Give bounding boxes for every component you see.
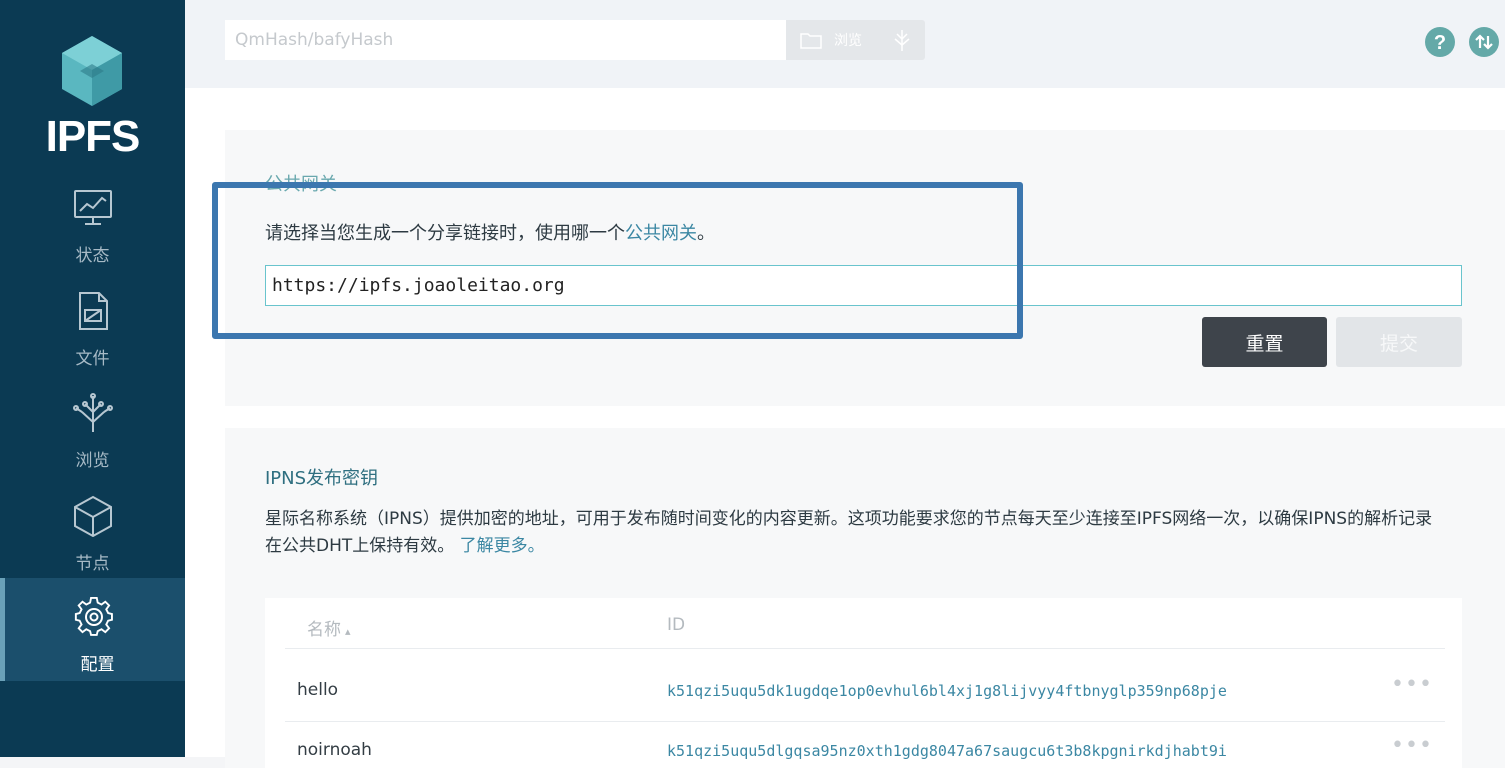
- sidebar-item-files[interactable]: 文件: [0, 290, 185, 393]
- row-menu-icon[interactable]: •••: [1391, 733, 1433, 758]
- gateway-card: 公共网关 请选择当您生成一个分享链接时，使用哪一个公共网关。 重置 提交: [225, 130, 1505, 406]
- gateway-desc-suffix: 。: [697, 223, 715, 244]
- tree-icon: [894, 30, 910, 51]
- sidebar-item-settings[interactable]: 配置: [0, 578, 185, 681]
- gear-icon: [74, 596, 113, 636]
- key-name-cell: hello: [297, 680, 339, 700]
- ipns-description: 星际名称系统（IPNS）提供加密的地址，可用于发布随时间变化的内容更新。这项功能…: [265, 506, 1445, 560]
- sort-ascending-icon: ▴: [345, 625, 351, 638]
- folder-icon: [800, 33, 822, 49]
- sidebar-item-status[interactable]: 状态: [0, 187, 185, 290]
- key-name-cell: noirnoah: [297, 740, 372, 760]
- svg-text:?: ?: [1434, 32, 1446, 54]
- sidebar-item-label: 浏览: [75, 451, 110, 471]
- transfer-icon[interactable]: [1469, 27, 1499, 57]
- ipns-desc-text: 星际名称系统（IPNS）提供加密的地址，可用于发布随时间变化的内容更新。这项功能…: [265, 509, 1433, 556]
- help-icon[interactable]: ?: [1425, 27, 1455, 57]
- logo-text: IPFS: [45, 112, 141, 161]
- table-divider: [285, 721, 1445, 722]
- gateway-title: 公共网关: [265, 174, 337, 195]
- hash-search-input[interactable]: [225, 20, 787, 60]
- sidebar-item-label: 配置: [80, 655, 115, 675]
- gateway-url-input[interactable]: [265, 265, 1462, 306]
- submit-button[interactable]: 提交: [1336, 317, 1462, 367]
- key-id-cell[interactable]: k51qzi5uqu5dlgqsa95nz0xth1gdg8047a67saug…: [667, 742, 1227, 760]
- column-header-name[interactable]: 名称 ▴: [307, 615, 351, 640]
- sidebar-item-label: 节点: [75, 554, 110, 574]
- row-menu-icon[interactable]: •••: [1391, 672, 1433, 697]
- column-header-id: ID: [667, 615, 686, 635]
- gateway-description: 请选择当您生成一个分享链接时，使用哪一个公共网关。: [265, 219, 715, 245]
- ipns-keys-table: 名称 ▴ ID hello k51qzi5uqu5dk1ugdqe1op0evhu…: [265, 598, 1462, 768]
- arrows-glyph: [1475, 34, 1493, 50]
- question-mark-glyph: ?: [1434, 32, 1446, 54]
- key-id-cell[interactable]: k51qzi5uqu5dk1ugdqe1op0evhul6bl4xj1g8lij…: [667, 682, 1227, 700]
- tree-icon: [73, 393, 113, 432]
- learn-more-link[interactable]: 了解更多。: [460, 536, 545, 556]
- table-divider: [285, 648, 1445, 649]
- sidebar: IPFS 状态 文件 浏览 节点 配置: [0, 0, 185, 757]
- gateway-desc-text: 请选择当您生成一个分享链接时，使用哪一个: [265, 223, 625, 244]
- ipns-title: IPNS发布密钥: [265, 468, 379, 489]
- main-content: 公共网关 请选择当您生成一个分享链接时，使用哪一个公共网关。 重置 提交 IPN…: [185, 88, 1505, 768]
- cube-icon: [74, 495, 112, 537]
- sidebar-item-label: 状态: [75, 246, 110, 266]
- status-monitor-icon: [74, 190, 112, 225]
- top-bar: 浏览 ?: [185, 0, 1505, 88]
- reset-button[interactable]: 重置: [1202, 317, 1327, 367]
- browse-label: 浏览: [834, 33, 862, 49]
- file-icon: [79, 292, 108, 330]
- ipfs-cube-icon: [62, 36, 122, 106]
- gateway-link[interactable]: 公共网关: [625, 223, 697, 244]
- ipns-card: IPNS发布密钥 星际名称系统（IPNS）提供加密的地址，可用于发布随时间变化的…: [225, 428, 1505, 768]
- browse-button[interactable]: 浏览: [786, 20, 925, 60]
- sidebar-item-explore[interactable]: 浏览: [0, 392, 185, 495]
- column-name-label: 名称: [307, 620, 341, 640]
- sidebar-item-label: 文件: [75, 349, 110, 369]
